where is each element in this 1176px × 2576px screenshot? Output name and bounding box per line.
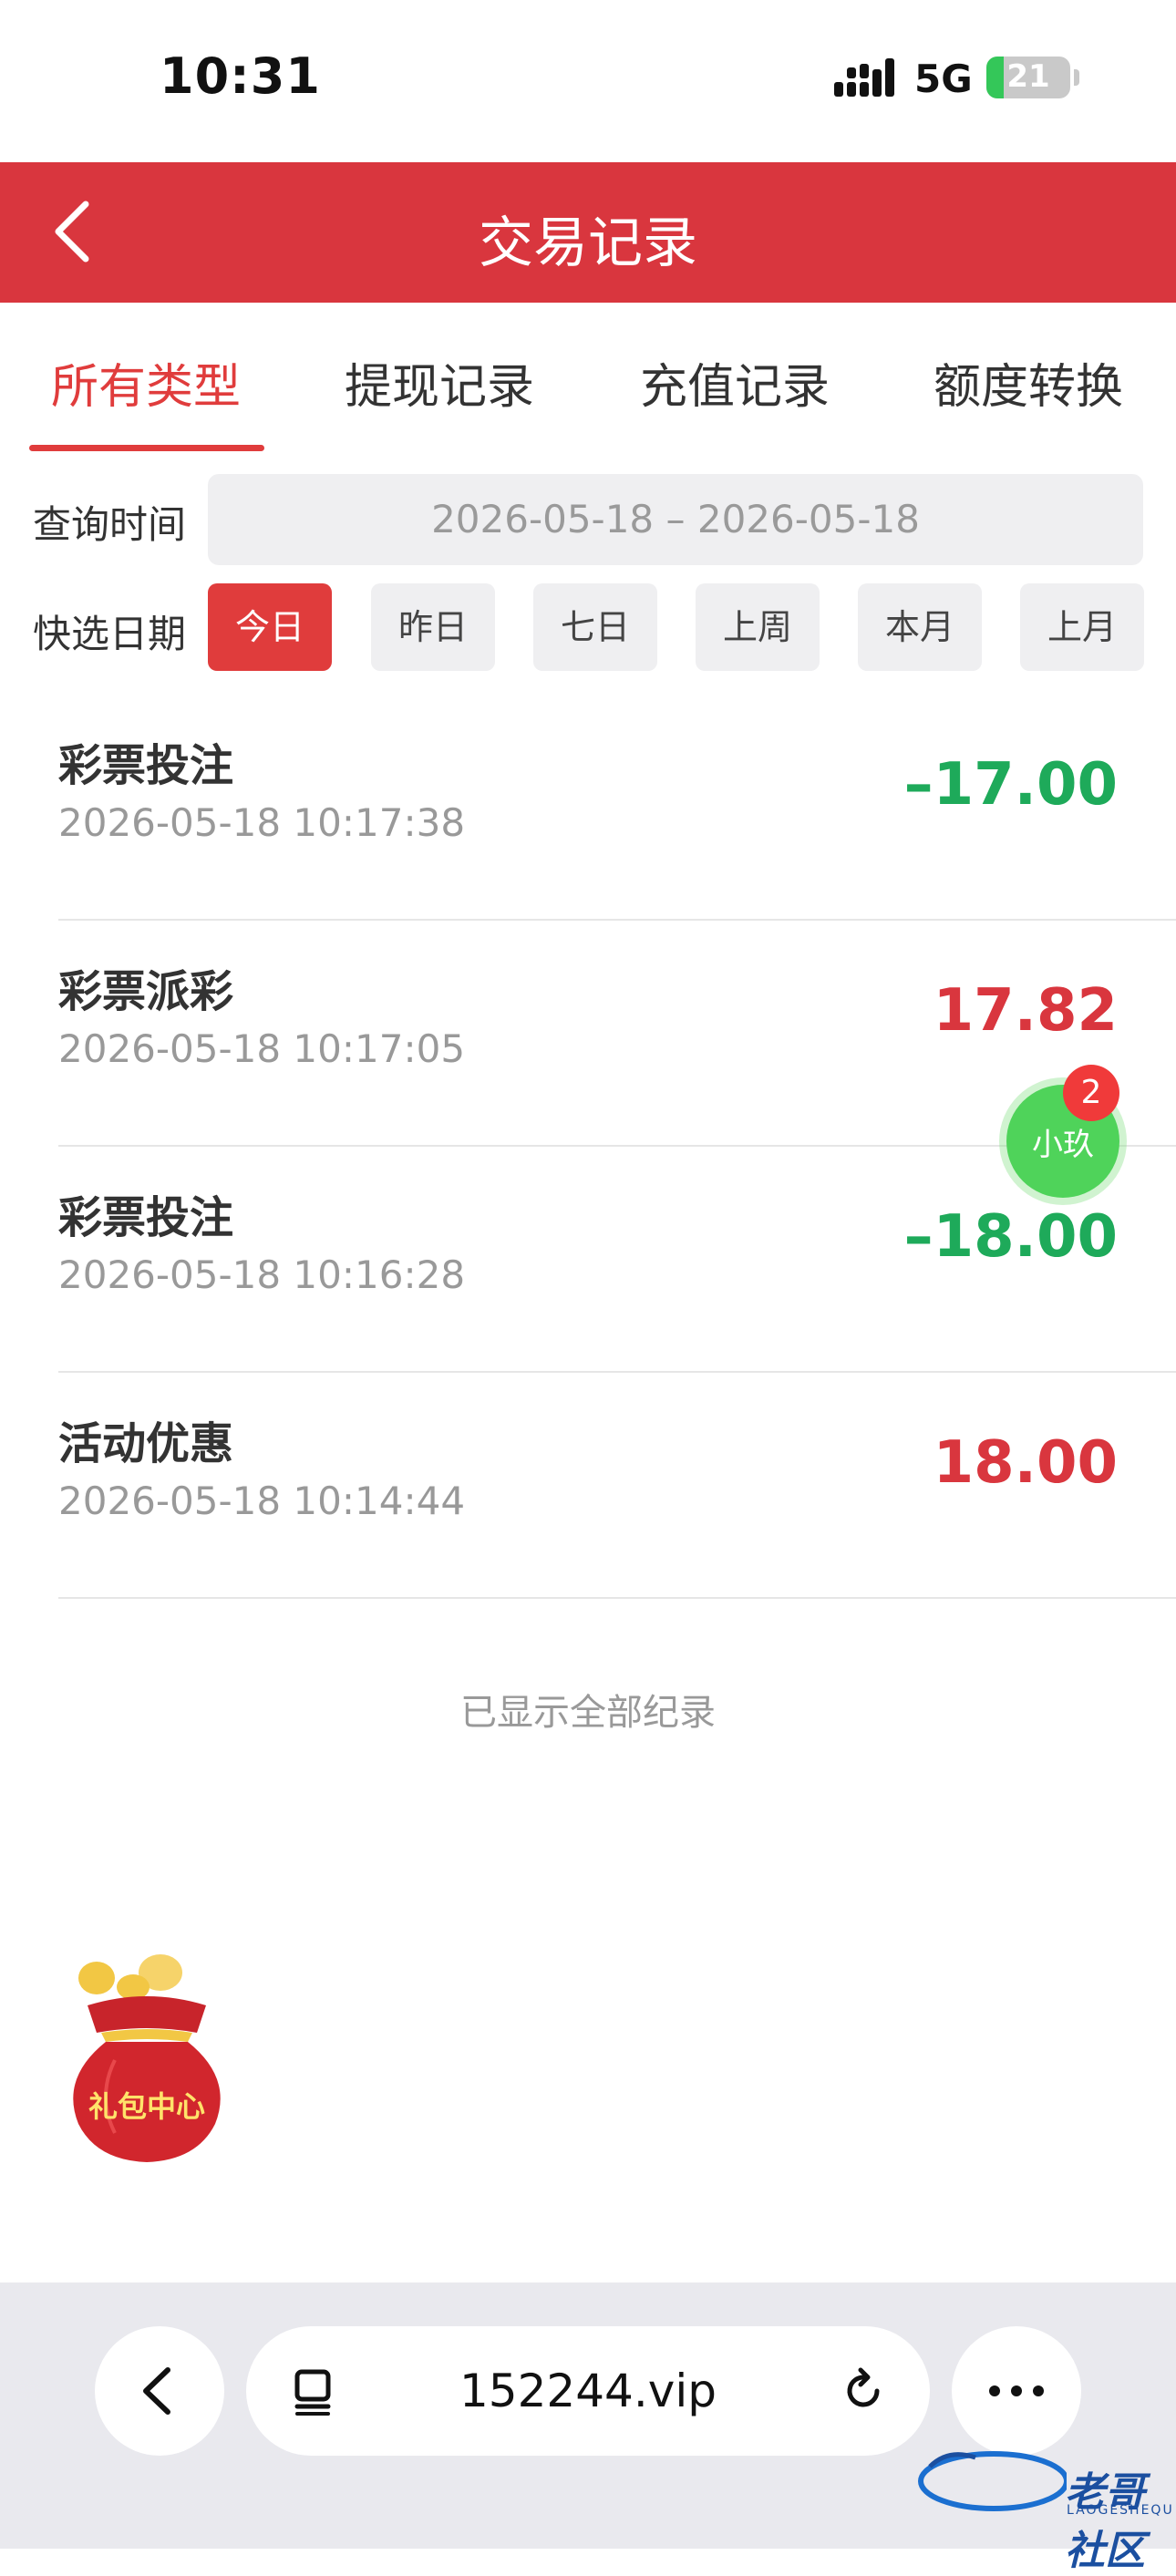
transaction-amount: –17.00 bbox=[903, 751, 1118, 819]
chevron-left-icon bbox=[143, 2367, 170, 2415]
transaction-time: 2026-05-18 10:16:28 bbox=[58, 1252, 466, 1297]
transaction-amount: 18.00 bbox=[933, 1429, 1118, 1497]
page-title: 交易记录 bbox=[479, 211, 697, 275]
reload-icon[interactable] bbox=[839, 2366, 888, 2416]
battery-cap bbox=[1074, 69, 1079, 86]
battery-icon: 21 bbox=[986, 57, 1070, 98]
quick-date-yesterday[interactable]: 昨日 bbox=[371, 583, 495, 671]
transaction-row[interactable]: 彩票投注 2026-05-18 10:16:28 –18.00 bbox=[58, 1145, 1176, 1373]
transaction-type: 彩票派彩 bbox=[58, 966, 234, 1017]
tab-transfers[interactable]: 额度转换 bbox=[910, 348, 1147, 417]
quick-date-seven-days[interactable]: 七日 bbox=[533, 583, 657, 671]
url-text: 152244.vip bbox=[459, 2365, 717, 2417]
transaction-time: 2026-05-18 10:14:44 bbox=[58, 1479, 466, 1523]
type-tabs: 所有类型 提现记录 充值记录 额度转换 bbox=[0, 303, 1176, 454]
transaction-type: 彩票投注 bbox=[58, 1192, 234, 1243]
active-tab-indicator bbox=[29, 445, 264, 451]
tab-all-types[interactable]: 所有类型 bbox=[27, 348, 264, 417]
watermark: 老哥社区 LAOGESHEQU bbox=[912, 2439, 1172, 2574]
address-bar[interactable]: 152244.vip bbox=[246, 2326, 930, 2456]
transaction-row[interactable]: 活动优惠 2026-05-18 10:14:44 18.00 bbox=[58, 1371, 1176, 1599]
quick-date-today[interactable]: 今日 bbox=[208, 583, 332, 671]
watermark-subtext: LAOGESHEQU bbox=[1067, 2503, 1174, 2518]
transaction-type: 彩票投注 bbox=[58, 740, 234, 791]
gift-center-button[interactable]: 礼包中心 bbox=[60, 1951, 233, 2169]
tab-deposits[interactable]: 充值记录 bbox=[616, 348, 853, 417]
quick-date-last-month[interactable]: 上月 bbox=[1020, 583, 1144, 671]
app-header: 交易记录 bbox=[0, 162, 1176, 303]
tab-withdrawals[interactable]: 提现记录 bbox=[321, 348, 558, 417]
more-icon bbox=[989, 2385, 1044, 2396]
battery-level: 21 bbox=[1006, 58, 1050, 95]
transaction-row[interactable]: 彩票派彩 2026-05-18 10:17:05 17.82 bbox=[58, 919, 1176, 1147]
transaction-time: 2026-05-18 10:17:38 bbox=[58, 800, 466, 845]
browser-more-button[interactable] bbox=[952, 2326, 1081, 2456]
status-bar: 10:31 5G 21 bbox=[0, 0, 1176, 162]
status-time: 10:31 bbox=[160, 47, 321, 105]
gift-center-label: 礼包中心 bbox=[88, 2089, 205, 2124]
watermark-text: 老哥社区 bbox=[1065, 2469, 1145, 2574]
gift-bag-icon bbox=[73, 1954, 221, 2162]
transaction-amount: –18.00 bbox=[903, 1203, 1118, 1271]
dragon-logo-icon bbox=[918, 2451, 1067, 2511]
transaction-time: 2026-05-18 10:17:05 bbox=[58, 1026, 466, 1071]
transaction-row[interactable]: 彩票投注 2026-05-18 10:17:38 –17.00 bbox=[58, 693, 1176, 921]
cellular-signal-icon bbox=[834, 58, 894, 97]
date-range-picker[interactable]: 2026-05-18 – 2026-05-18 bbox=[208, 474, 1143, 565]
list-end-message: 已显示全部纪录 bbox=[460, 1692, 716, 1734]
quick-date-label: 快选日期 bbox=[33, 612, 187, 656]
query-time-label: 查询时间 bbox=[33, 502, 187, 547]
chat-unread-badge: 2 bbox=[1063, 1065, 1119, 1121]
quick-date-last-week[interactable]: 上周 bbox=[696, 583, 820, 671]
chat-assistant-label: 小玖 bbox=[1032, 1127, 1094, 1163]
quick-date-this-month[interactable]: 本月 bbox=[858, 583, 982, 671]
network-type: 5G bbox=[914, 57, 973, 101]
browser-back-button[interactable] bbox=[95, 2326, 224, 2456]
transaction-type: 活动优惠 bbox=[58, 1418, 234, 1469]
transaction-amount: 17.82 bbox=[933, 977, 1118, 1045]
